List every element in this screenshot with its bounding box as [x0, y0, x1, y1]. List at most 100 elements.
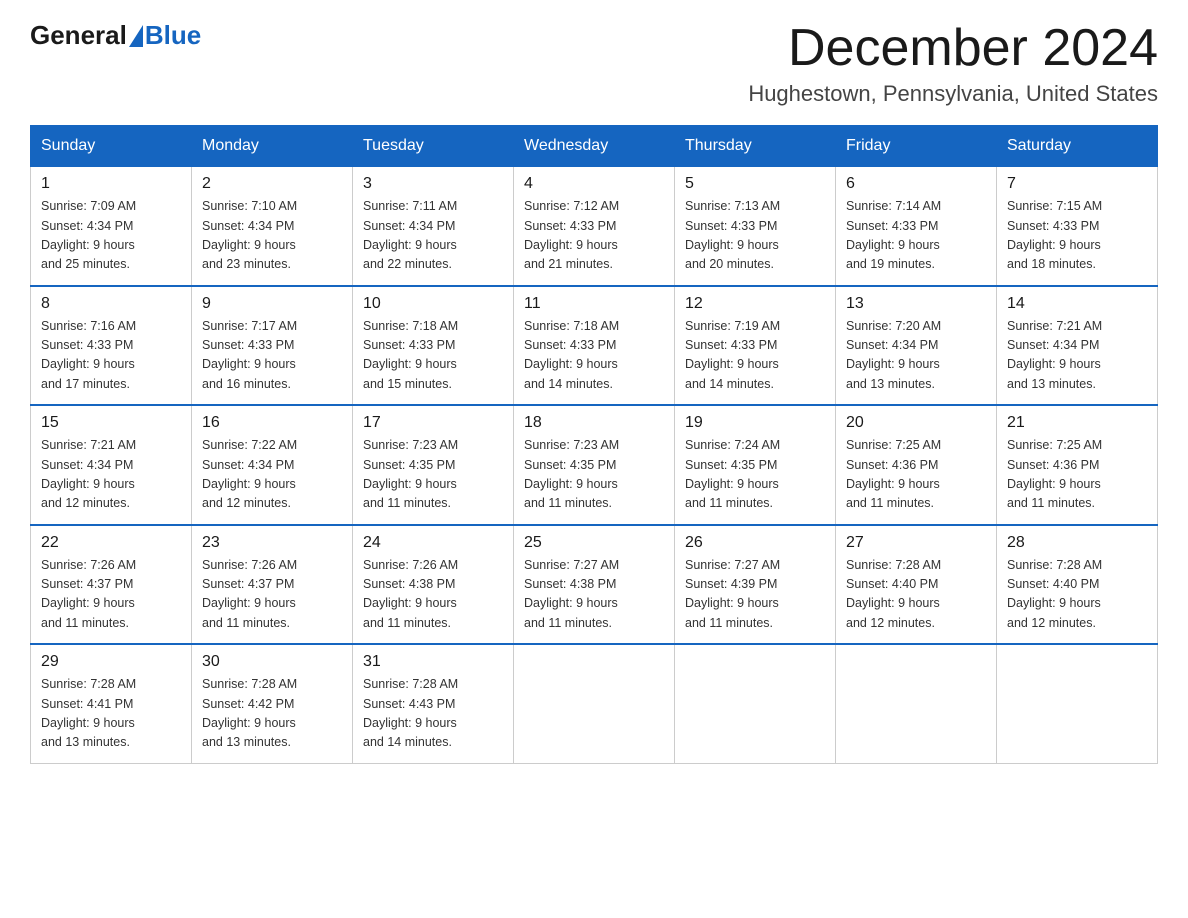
- calendar-cell: 22 Sunrise: 7:26 AMSunset: 4:37 PMDaylig…: [31, 525, 192, 645]
- day-info: Sunrise: 7:17 AMSunset: 4:33 PMDaylight:…: [202, 317, 342, 395]
- month-title: December 2024: [748, 20, 1158, 77]
- page-header: General Blue December 2024 Hughestown, P…: [30, 20, 1158, 107]
- day-info: Sunrise: 7:16 AMSunset: 4:33 PMDaylight:…: [41, 317, 181, 395]
- day-number: 25: [524, 534, 664, 552]
- calendar-cell: 18 Sunrise: 7:23 AMSunset: 4:35 PMDaylig…: [514, 405, 675, 525]
- day-info: Sunrise: 7:13 AMSunset: 4:33 PMDaylight:…: [685, 197, 825, 275]
- day-number: 13: [846, 295, 986, 313]
- day-info: Sunrise: 7:28 AMSunset: 4:43 PMDaylight:…: [363, 675, 503, 753]
- day-info: Sunrise: 7:28 AMSunset: 4:40 PMDaylight:…: [846, 556, 986, 634]
- location-subtitle: Hughestown, Pennsylvania, United States: [748, 81, 1158, 107]
- day-number: 3: [363, 175, 503, 193]
- day-info: Sunrise: 7:28 AMSunset: 4:41 PMDaylight:…: [41, 675, 181, 753]
- logo-text: General Blue: [30, 20, 201, 51]
- calendar-cell: 7 Sunrise: 7:15 AMSunset: 4:33 PMDayligh…: [997, 166, 1158, 286]
- calendar-cell: 13 Sunrise: 7:20 AMSunset: 4:34 PMDaylig…: [836, 286, 997, 406]
- day-number: 20: [846, 414, 986, 432]
- day-number: 2: [202, 175, 342, 193]
- week-row-2: 8 Sunrise: 7:16 AMSunset: 4:33 PMDayligh…: [31, 286, 1158, 406]
- calendar-cell: 4 Sunrise: 7:12 AMSunset: 4:33 PMDayligh…: [514, 166, 675, 286]
- day-info: Sunrise: 7:27 AMSunset: 4:39 PMDaylight:…: [685, 556, 825, 634]
- day-number: 5: [685, 175, 825, 193]
- calendar-cell: [514, 644, 675, 763]
- calendar-cell: 14 Sunrise: 7:21 AMSunset: 4:34 PMDaylig…: [997, 286, 1158, 406]
- day-info: Sunrise: 7:21 AMSunset: 4:34 PMDaylight:…: [41, 436, 181, 514]
- calendar-cell: 24 Sunrise: 7:26 AMSunset: 4:38 PMDaylig…: [353, 525, 514, 645]
- calendar-cell: 16 Sunrise: 7:22 AMSunset: 4:34 PMDaylig…: [192, 405, 353, 525]
- calendar-cell: 6 Sunrise: 7:14 AMSunset: 4:33 PMDayligh…: [836, 166, 997, 286]
- logo-general: General: [30, 20, 127, 51]
- day-info: Sunrise: 7:26 AMSunset: 4:37 PMDaylight:…: [202, 556, 342, 634]
- weekday-header-row: SundayMondayTuesdayWednesdayThursdayFrid…: [31, 126, 1158, 166]
- day-info: Sunrise: 7:12 AMSunset: 4:33 PMDaylight:…: [524, 197, 664, 275]
- calendar-cell: 21 Sunrise: 7:25 AMSunset: 4:36 PMDaylig…: [997, 405, 1158, 525]
- logo: General Blue: [30, 20, 201, 51]
- calendar-cell: 17 Sunrise: 7:23 AMSunset: 4:35 PMDaylig…: [353, 405, 514, 525]
- calendar-cell: 11 Sunrise: 7:18 AMSunset: 4:33 PMDaylig…: [514, 286, 675, 406]
- week-row-5: 29 Sunrise: 7:28 AMSunset: 4:41 PMDaylig…: [31, 644, 1158, 763]
- day-number: 16: [202, 414, 342, 432]
- calendar-cell: 10 Sunrise: 7:18 AMSunset: 4:33 PMDaylig…: [353, 286, 514, 406]
- week-row-3: 15 Sunrise: 7:21 AMSunset: 4:34 PMDaylig…: [31, 405, 1158, 525]
- day-info: Sunrise: 7:27 AMSunset: 4:38 PMDaylight:…: [524, 556, 664, 634]
- calendar-cell: 26 Sunrise: 7:27 AMSunset: 4:39 PMDaylig…: [675, 525, 836, 645]
- day-number: 21: [1007, 414, 1147, 432]
- calendar-cell: 15 Sunrise: 7:21 AMSunset: 4:34 PMDaylig…: [31, 405, 192, 525]
- day-info: Sunrise: 7:24 AMSunset: 4:35 PMDaylight:…: [685, 436, 825, 514]
- day-info: Sunrise: 7:18 AMSunset: 4:33 PMDaylight:…: [363, 317, 503, 395]
- day-number: 9: [202, 295, 342, 313]
- weekday-header-saturday: Saturday: [997, 126, 1158, 166]
- day-number: 27: [846, 534, 986, 552]
- calendar-cell: 3 Sunrise: 7:11 AMSunset: 4:34 PMDayligh…: [353, 166, 514, 286]
- calendar-cell: 30 Sunrise: 7:28 AMSunset: 4:42 PMDaylig…: [192, 644, 353, 763]
- calendar-cell: 27 Sunrise: 7:28 AMSunset: 4:40 PMDaylig…: [836, 525, 997, 645]
- weekday-header-sunday: Sunday: [31, 126, 192, 166]
- day-info: Sunrise: 7:21 AMSunset: 4:34 PMDaylight:…: [1007, 317, 1147, 395]
- day-number: 23: [202, 534, 342, 552]
- calendar-cell: 8 Sunrise: 7:16 AMSunset: 4:33 PMDayligh…: [31, 286, 192, 406]
- weekday-header-thursday: Thursday: [675, 126, 836, 166]
- calendar-cell: 1 Sunrise: 7:09 AMSunset: 4:34 PMDayligh…: [31, 166, 192, 286]
- day-number: 29: [41, 653, 181, 671]
- calendar-cell: [997, 644, 1158, 763]
- day-number: 24: [363, 534, 503, 552]
- calendar-cell: 23 Sunrise: 7:26 AMSunset: 4:37 PMDaylig…: [192, 525, 353, 645]
- day-number: 30: [202, 653, 342, 671]
- day-number: 28: [1007, 534, 1147, 552]
- calendar-cell: 31 Sunrise: 7:28 AMSunset: 4:43 PMDaylig…: [353, 644, 514, 763]
- day-number: 6: [846, 175, 986, 193]
- day-number: 26: [685, 534, 825, 552]
- weekday-header-monday: Monday: [192, 126, 353, 166]
- calendar-cell: 9 Sunrise: 7:17 AMSunset: 4:33 PMDayligh…: [192, 286, 353, 406]
- calendar-cell: 19 Sunrise: 7:24 AMSunset: 4:35 PMDaylig…: [675, 405, 836, 525]
- calendar-table: SundayMondayTuesdayWednesdayThursdayFrid…: [30, 125, 1158, 764]
- day-info: Sunrise: 7:22 AMSunset: 4:34 PMDaylight:…: [202, 436, 342, 514]
- day-number: 12: [685, 295, 825, 313]
- day-number: 17: [363, 414, 503, 432]
- day-info: Sunrise: 7:20 AMSunset: 4:34 PMDaylight:…: [846, 317, 986, 395]
- day-info: Sunrise: 7:10 AMSunset: 4:34 PMDaylight:…: [202, 197, 342, 275]
- weekday-header-tuesday: Tuesday: [353, 126, 514, 166]
- day-number: 1: [41, 175, 181, 193]
- day-number: 19: [685, 414, 825, 432]
- week-row-4: 22 Sunrise: 7:26 AMSunset: 4:37 PMDaylig…: [31, 525, 1158, 645]
- day-number: 4: [524, 175, 664, 193]
- day-number: 22: [41, 534, 181, 552]
- calendar-cell: 20 Sunrise: 7:25 AMSunset: 4:36 PMDaylig…: [836, 405, 997, 525]
- calendar-cell: 12 Sunrise: 7:19 AMSunset: 4:33 PMDaylig…: [675, 286, 836, 406]
- day-info: Sunrise: 7:23 AMSunset: 4:35 PMDaylight:…: [363, 436, 503, 514]
- calendar-cell: [836, 644, 997, 763]
- day-info: Sunrise: 7:14 AMSunset: 4:33 PMDaylight:…: [846, 197, 986, 275]
- weekday-header-wednesday: Wednesday: [514, 126, 675, 166]
- week-row-1: 1 Sunrise: 7:09 AMSunset: 4:34 PMDayligh…: [31, 166, 1158, 286]
- day-info: Sunrise: 7:18 AMSunset: 4:33 PMDaylight:…: [524, 317, 664, 395]
- day-number: 18: [524, 414, 664, 432]
- logo-triangle-icon: [129, 25, 143, 47]
- day-info: Sunrise: 7:23 AMSunset: 4:35 PMDaylight:…: [524, 436, 664, 514]
- day-number: 7: [1007, 175, 1147, 193]
- title-area: December 2024 Hughestown, Pennsylvania, …: [748, 20, 1158, 107]
- calendar-cell: 29 Sunrise: 7:28 AMSunset: 4:41 PMDaylig…: [31, 644, 192, 763]
- calendar-cell: 25 Sunrise: 7:27 AMSunset: 4:38 PMDaylig…: [514, 525, 675, 645]
- day-info: Sunrise: 7:25 AMSunset: 4:36 PMDaylight:…: [846, 436, 986, 514]
- day-number: 15: [41, 414, 181, 432]
